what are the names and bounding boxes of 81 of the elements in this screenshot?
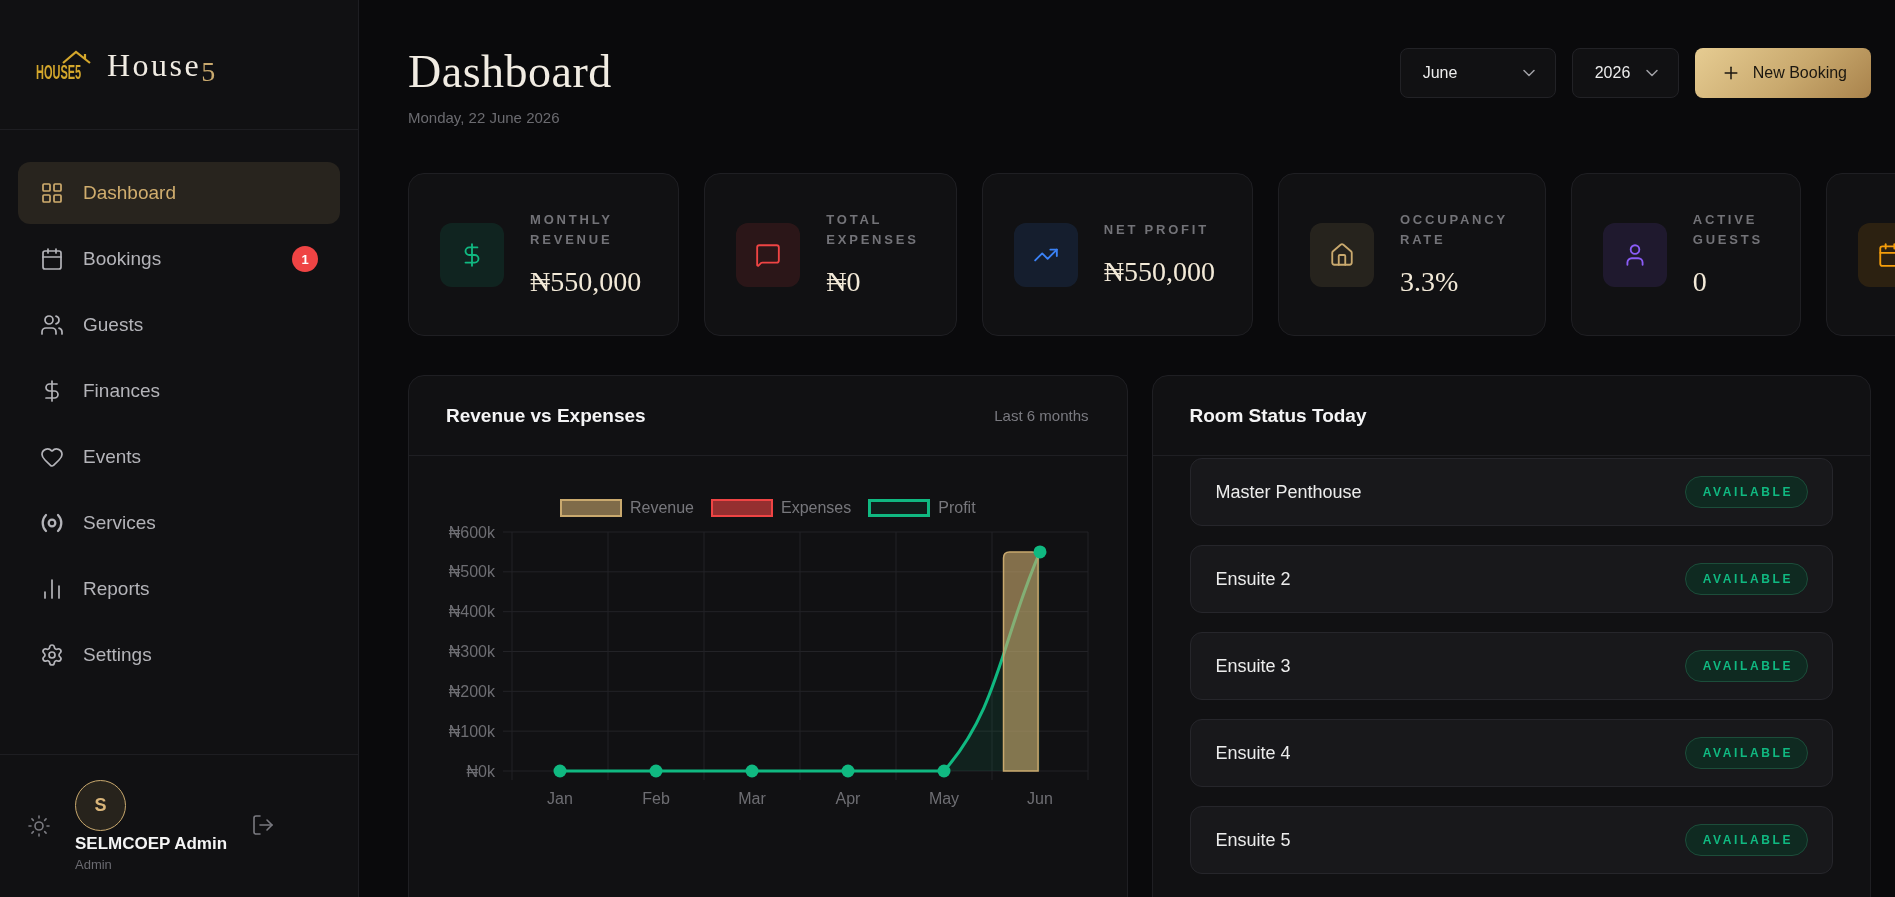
stat-value: 0 <box>1692 265 1707 299</box>
x-axis-label: Apr <box>835 789 861 807</box>
y-axis-label: ₦500k <box>448 563 495 581</box>
page-date: Monday, 22 June 2026 <box>408 109 560 127</box>
legend-label: Expenses <box>780 498 852 518</box>
room-row[interactable]: Ensuite 5 AVAILABLE <box>1189 806 1833 874</box>
legend-swatch-icon <box>559 499 622 517</box>
y-axis-label: ₦200k <box>448 682 495 700</box>
chart-point <box>649 764 663 778</box>
chart-point <box>937 764 951 778</box>
user-role: Admin <box>75 857 112 873</box>
room-row[interactable]: Master Penthouse AVAILABLE <box>1189 458 1833 526</box>
stat-value: 3.3% <box>1399 265 1459 299</box>
stat-label: TOTAL EXPENSES <box>826 211 919 249</box>
stat-label: MONTHLY REVENUE <box>530 211 614 249</box>
stat-label: OCCUPANCY RATE <box>1399 211 1508 249</box>
nav-item[interactable]: Reports <box>18 558 340 620</box>
room-name: Ensuite 2 <box>1215 568 1291 590</box>
x-axis-label: Jan <box>547 789 573 807</box>
y-axis-label: ₦100k <box>448 722 495 740</box>
logo-text: HOUSE5 <box>36 63 82 80</box>
users-icon <box>40 313 64 337</box>
chart-point <box>1033 545 1047 559</box>
nav-item[interactable]: Settings <box>18 624 340 686</box>
x-axis-label: Feb <box>642 789 670 807</box>
stat-value: ₦550,000 <box>1103 255 1215 289</box>
count-badge: 1 <box>292 246 318 272</box>
status-badge: AVAILABLE <box>1684 650 1808 682</box>
y-axis-label: ₦400k <box>448 603 495 621</box>
nav-item[interactable]: Bookings 1 <box>18 228 340 290</box>
nav-item[interactable]: Guests <box>18 294 340 356</box>
page-title: Dashboard <box>408 46 612 98</box>
room-row[interactable]: Ensuite 2 AVAILABLE <box>1189 545 1833 613</box>
room-name: Ensuite 3 <box>1215 655 1291 677</box>
status-badge: AVAILABLE <box>1684 737 1808 769</box>
status-badge: AVAILABLE <box>1684 476 1808 508</box>
stat-label: NET PROFIT <box>1103 221 1209 239</box>
panel-title: Revenue vs Expenses <box>446 404 646 427</box>
stat-value: ₦550,000 <box>530 265 642 299</box>
legend-label: Revenue <box>629 498 694 518</box>
user-name: SELMCOEP Admin <box>75 834 228 854</box>
stat-value: ₦0 <box>826 265 861 299</box>
new-booking-button[interactable]: New Booking <box>1694 48 1871 98</box>
room-name: Ensuite 4 <box>1215 742 1291 764</box>
panel-title: Room Status Today <box>1189 404 1367 427</box>
nav-item[interactable]: Finances <box>18 360 340 422</box>
grid-icon <box>40 181 64 205</box>
month-select[interactable]: June <box>1399 48 1556 98</box>
calendar-icon <box>40 247 64 271</box>
room-row[interactable]: Ensuite 3 AVAILABLE <box>1189 632 1833 700</box>
y-axis-label: ₦300k <box>448 643 495 660</box>
y-axis-label: ₦600k <box>448 523 495 541</box>
sun-icon[interactable] <box>27 814 51 838</box>
year-select[interactable]: 2026 <box>1571 48 1679 98</box>
panel-subtitle: Last 6 months <box>994 407 1089 424</box>
legend-label: Profit <box>938 498 976 518</box>
chart-point <box>745 764 759 778</box>
legend-swatch-icon <box>868 499 931 517</box>
nav-item[interactable]: Events <box>18 426 340 488</box>
room-row[interactable]: Ensuite 4 AVAILABLE <box>1189 719 1833 787</box>
room-name: Ensuite 5 <box>1215 829 1291 851</box>
status-badge: AVAILABLE <box>1684 563 1808 595</box>
nav-item[interactable]: Services <box>18 492 340 554</box>
status-badge: AVAILABLE <box>1684 824 1808 856</box>
legend-swatch-icon <box>710 499 773 517</box>
chart-point <box>841 764 855 778</box>
roof-icon <box>62 49 92 64</box>
avatar: S <box>75 780 126 831</box>
nav-item[interactable]: Dashboard <box>18 162 340 224</box>
settings-icon <box>40 643 64 667</box>
heart-icon <box>40 445 64 469</box>
brand-name: House$_{5}$ <box>107 48 218 81</box>
signal-icon <box>40 511 64 535</box>
stat-label: ACTIVE GUESTS <box>1692 211 1763 249</box>
x-axis-label: Jun <box>1027 789 1053 807</box>
x-axis-label: May <box>928 789 960 807</box>
logout-icon[interactable] <box>251 813 276 837</box>
chart-point <box>553 764 567 778</box>
room-name: Master Penthouse <box>1215 481 1362 503</box>
y-axis-label: ₦0k <box>466 762 495 780</box>
x-axis-label: Mar <box>738 789 766 807</box>
